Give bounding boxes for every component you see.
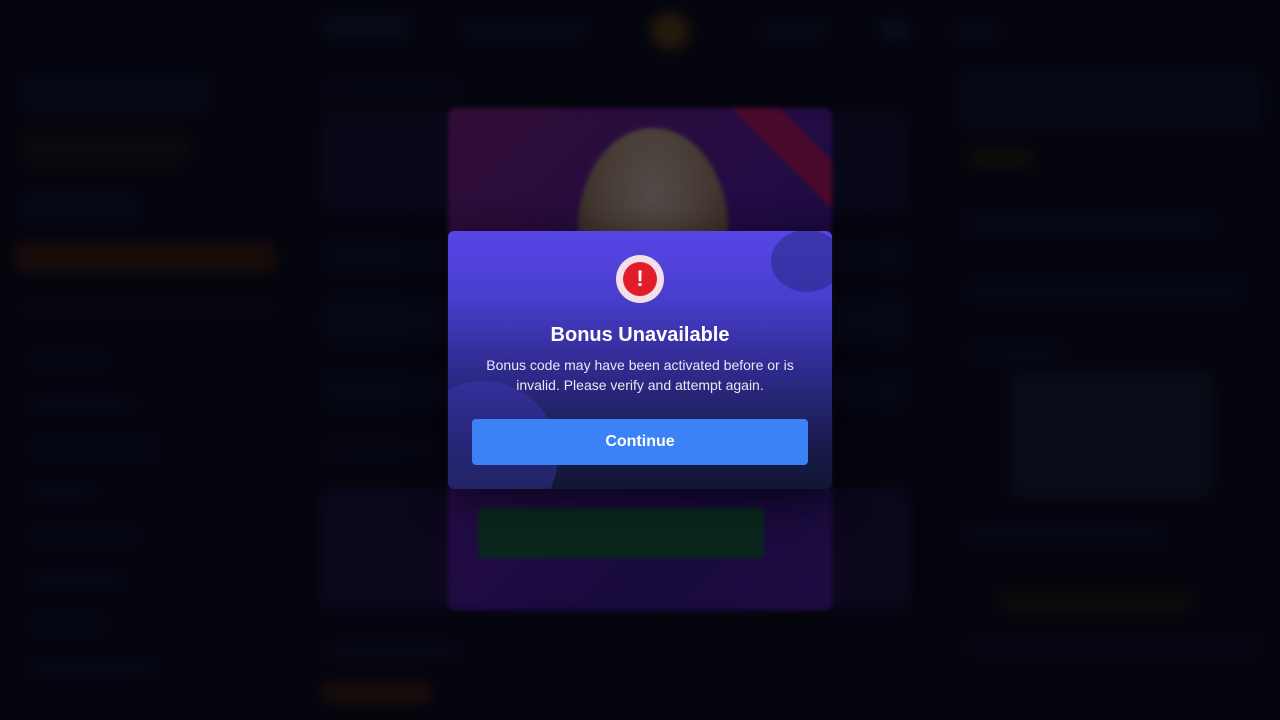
- bonus-unavailable-dialog: ! Bonus Unavailable Bonus code may have …: [448, 231, 832, 489]
- screen: ! Bonus Unavailable Bonus code may have …: [0, 0, 1280, 720]
- alert-exclamation-icon: !: [616, 255, 664, 303]
- continue-button[interactable]: Continue: [472, 419, 808, 465]
- decorative-circle: [771, 231, 832, 292]
- dialog-message: Bonus code may have been activated befor…: [486, 357, 794, 393]
- alert-exclamation-glyph: !: [623, 262, 657, 296]
- dialog-title: Bonus Unavailable: [550, 324, 730, 346]
